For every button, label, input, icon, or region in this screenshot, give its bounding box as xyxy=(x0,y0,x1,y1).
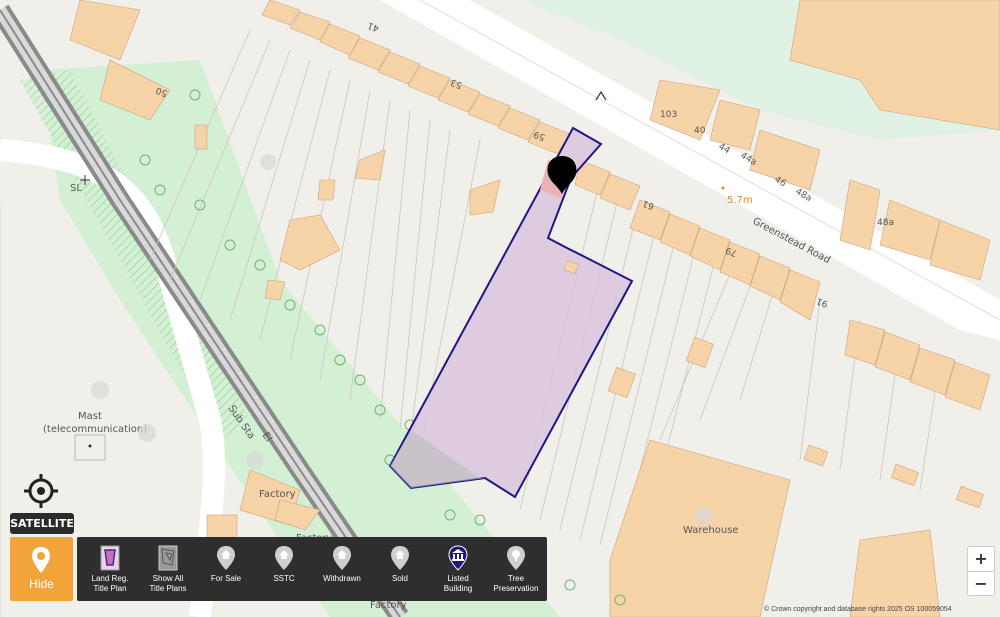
tool-label-line2: Title Plans xyxy=(149,584,187,593)
mast-point xyxy=(88,444,92,448)
zoom-out-button[interactable]: − xyxy=(968,571,994,596)
tool-tree-preservation[interactable]: Tree Preservation xyxy=(487,537,545,601)
tool-label-line1: Tree xyxy=(507,574,525,583)
hide-button[interactable]: Hide xyxy=(10,537,73,601)
crosshair-icon xyxy=(24,474,58,508)
title-plans-all-icon xyxy=(158,545,178,571)
tool-sstc[interactable]: SSTC xyxy=(255,537,313,601)
hide-label: Hide xyxy=(29,577,54,591)
zoom-control: + − xyxy=(967,546,995,596)
tool-listed-building[interactable]: Listed Building xyxy=(429,537,487,601)
title-plan-icon xyxy=(100,545,120,571)
tool-label-line1: Withdrawn xyxy=(323,574,361,583)
tool-label-line1: SSTC xyxy=(273,574,295,583)
tool-land-reg-title-plan[interactable]: Land Reg. Title Plan xyxy=(81,537,139,601)
tool-label-line2: Title Plan xyxy=(93,584,127,593)
spot-height-label: 5.7m xyxy=(727,195,753,206)
tool-label-line1: For Sale xyxy=(210,574,242,583)
tool-show-all-title-plans[interactable]: Show All Title Plans xyxy=(139,537,197,601)
mast-sub-label: (telecommunication) xyxy=(43,424,147,435)
listed-building-icon xyxy=(448,545,468,571)
warehouse-label: Warehouse xyxy=(683,525,739,536)
sl-label: SL xyxy=(70,183,82,194)
tool-withdrawn[interactable]: Withdrawn xyxy=(313,537,371,601)
tool-label-line1: Listed xyxy=(447,574,469,583)
map-canvas[interactable]: Greenstead Road 5.7m SL Mast (telecommun… xyxy=(0,0,1000,617)
house-number: 103 xyxy=(660,110,677,120)
spot-height-point xyxy=(721,186,725,190)
tool-label-line2: Building xyxy=(443,584,473,593)
tool-label-line1: Show All xyxy=(152,574,184,583)
satellite-toggle[interactable]: SATELLITE xyxy=(10,513,74,534)
house-pin-icon xyxy=(333,546,351,570)
locate-button[interactable] xyxy=(22,472,60,510)
zoom-in-button[interactable]: + xyxy=(968,547,994,571)
map-pin-icon xyxy=(32,547,50,573)
house-number: 40 xyxy=(694,126,706,136)
house-number: 48a xyxy=(877,218,894,228)
tool-label-line2: Preservation xyxy=(493,584,539,593)
tool-sold[interactable]: Sold xyxy=(371,537,429,601)
house-pin-icon xyxy=(275,546,293,570)
mast-label: Mast xyxy=(78,411,102,422)
tool-label-line1: Land Reg. xyxy=(91,574,129,583)
tree-pin-icon xyxy=(507,546,525,570)
factory-label-3: Factory xyxy=(370,600,407,611)
house-pin-icon xyxy=(217,546,235,570)
copyright-text: © Crown copyright and database rights 20… xyxy=(764,605,952,613)
factory-label-1: Factory xyxy=(259,489,296,500)
tool-for-sale[interactable]: For Sale xyxy=(197,537,255,601)
layer-toolbar: Land Reg. Title Plan Show All Title Plans … xyxy=(77,537,547,601)
tool-label-line1: Sold xyxy=(391,574,408,583)
house-pin-icon xyxy=(391,546,409,570)
